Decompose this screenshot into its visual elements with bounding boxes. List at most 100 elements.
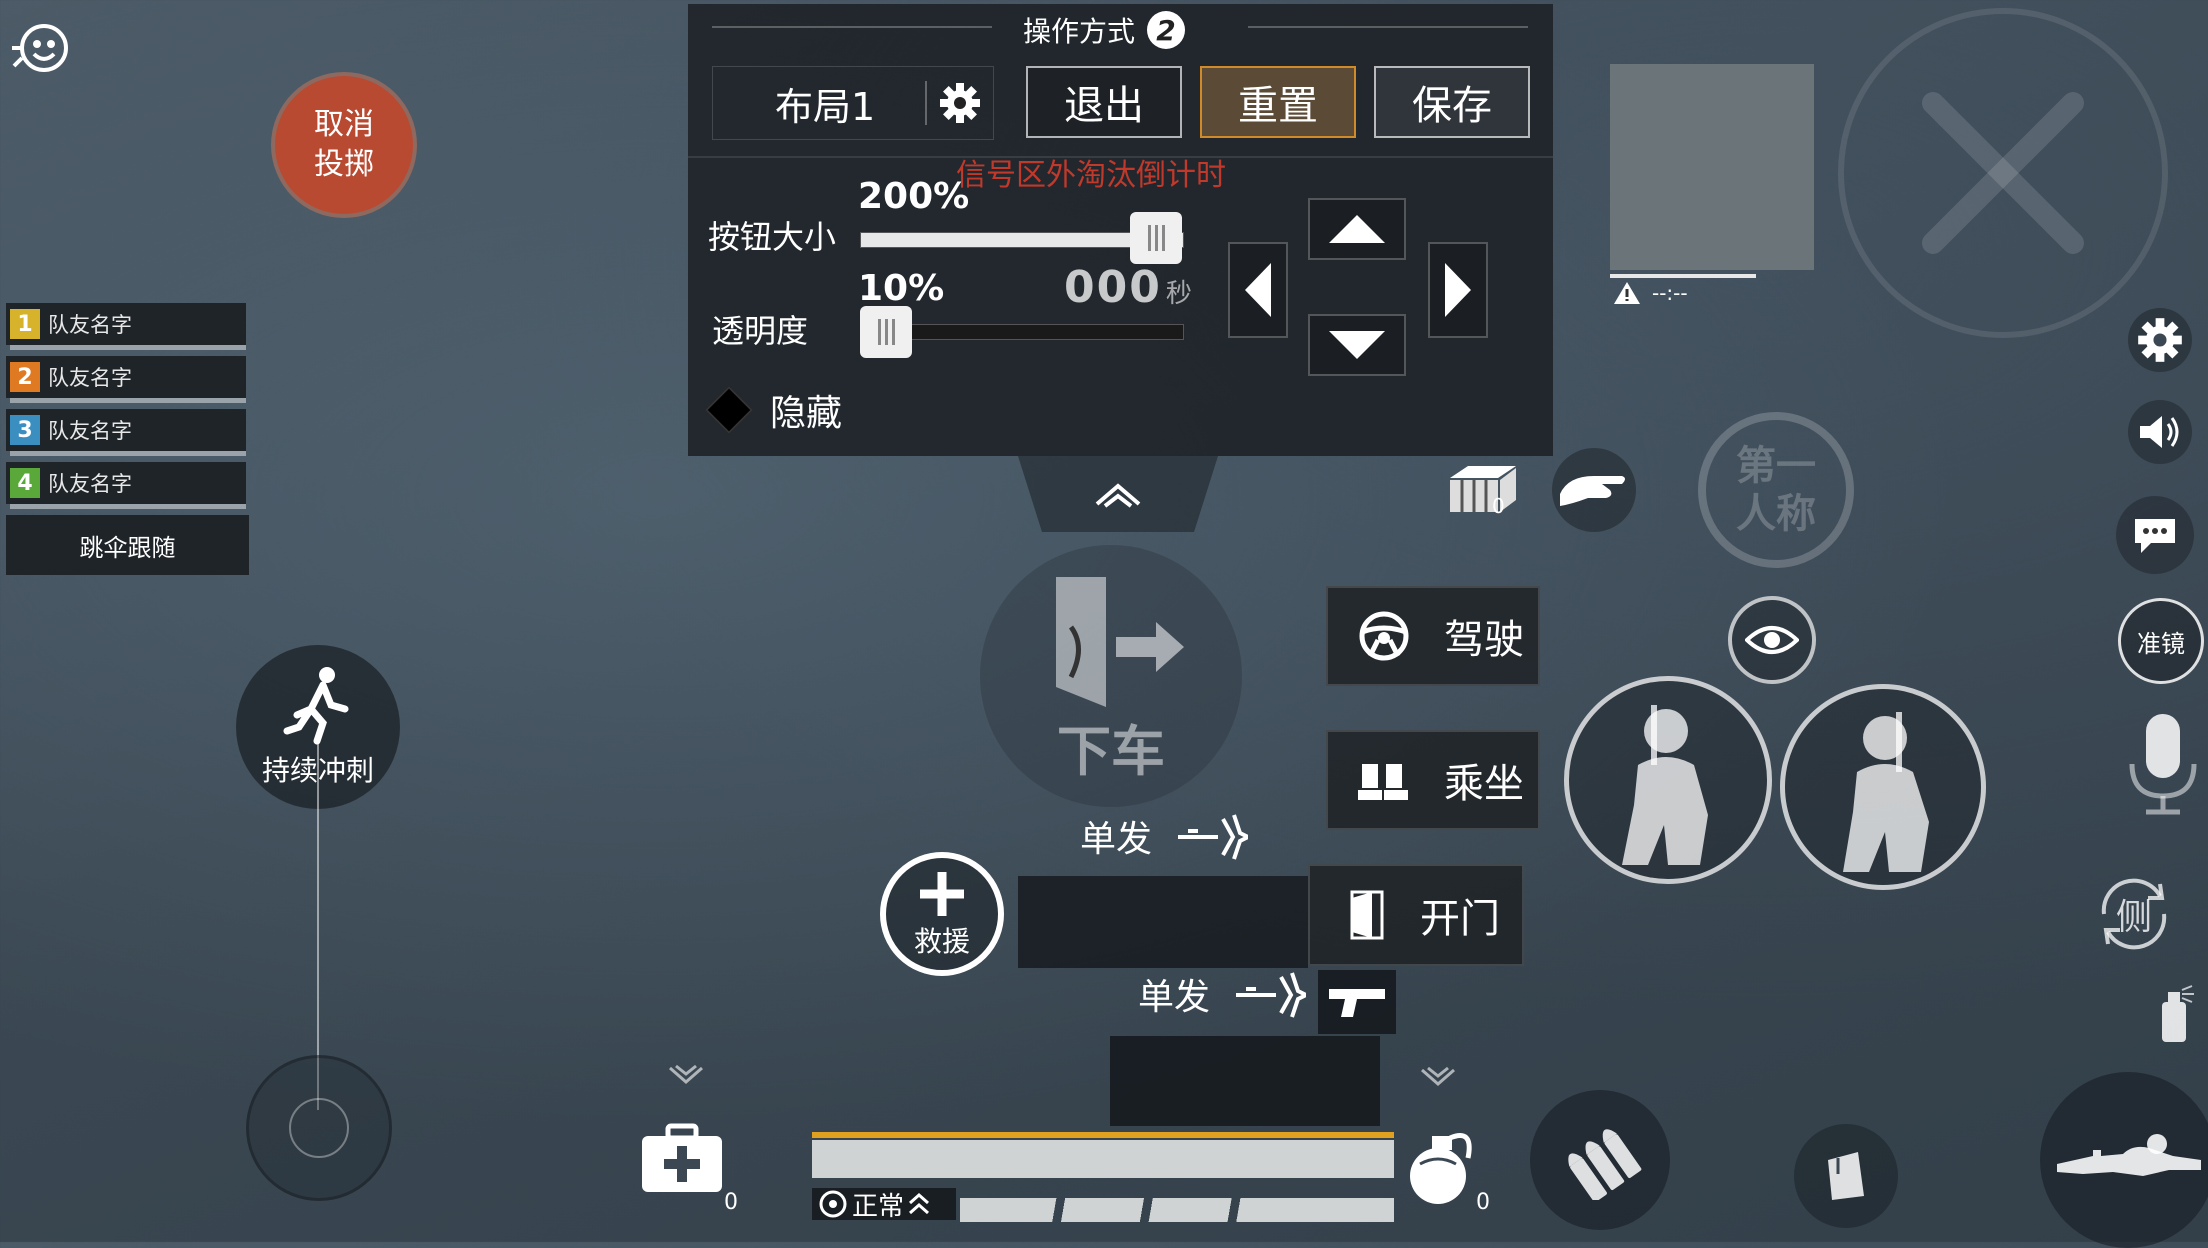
medkit-count: 0 — [724, 1190, 738, 1215]
weapon-slot-2[interactable] — [1110, 1036, 1380, 1126]
gear-icon[interactable] — [938, 81, 982, 125]
size-percent: 200% — [858, 176, 970, 217]
minimap[interactable] — [1610, 64, 1814, 270]
opacity-percent: 10% — [858, 268, 945, 309]
chat-bubble-icon — [2135, 519, 2175, 553]
eye-icon — [1745, 626, 1799, 654]
first-person-label-1: 第一 — [1736, 443, 1816, 489]
interact-hand-button[interactable] — [1552, 448, 1636, 532]
team-member-name: 队友名字 — [48, 313, 132, 337]
hide-label: 隐藏 — [770, 393, 843, 434]
chevron-down-icon[interactable] — [666, 1064, 706, 1088]
door-exit-icon — [1056, 576, 1184, 707]
medkit-icon — [642, 1123, 722, 1192]
status-text: 正常 — [852, 1191, 905, 1222]
team-number-badge: 2 — [10, 362, 40, 392]
free-look-button[interactable] — [1728, 596, 1816, 684]
countdown-timer: 000 秒 — [1064, 262, 1192, 313]
move-up-button[interactable] — [1308, 198, 1406, 260]
ride-button[interactable]: 乘坐 — [1326, 730, 1540, 830]
size-label: 按钮大小 — [708, 218, 837, 256]
layout-name: 布局1 — [775, 84, 876, 129]
soldier-icon — [1622, 705, 1708, 865]
open-door-label: 开门 — [1420, 896, 1500, 942]
panel-title-text: 操作方式 — [1023, 15, 1136, 48]
open-door-button[interactable]: 开门 — [1308, 864, 1524, 966]
move-left-button[interactable] — [1228, 242, 1288, 338]
medkit-button[interactable]: 0 — [640, 1122, 740, 1215]
backpack-button[interactable] — [1794, 1124, 1898, 1228]
steering-wheel-icon — [1359, 611, 1409, 661]
exit-button[interactable]: 退出 — [1026, 66, 1182, 138]
move-right-button[interactable] — [1428, 242, 1488, 338]
grenade-icon — [1410, 1133, 1472, 1204]
team-number-badge: 1 — [10, 309, 40, 339]
settings-button[interactable] — [2128, 308, 2192, 372]
fire-button[interactable] — [1838, 8, 2168, 338]
crouch-right-button[interactable] — [1780, 684, 1986, 890]
movement-joystick[interactable] — [246, 1055, 392, 1201]
team-member-3: 3 队友名字 — [6, 409, 246, 451]
gear-icon — [2138, 318, 2182, 362]
layout-settings-panel: 操作方式 2 布局1 退出 重置 保存 信号区外淘汰倒计时 200% 按钮大小 … — [688, 4, 1553, 456]
fire-mode-label: 单发 — [1080, 819, 1153, 860]
opacity-slider-thumb[interactable] — [860, 306, 912, 358]
emoji-button[interactable] — [10, 18, 74, 82]
reload-button[interactable] — [1530, 1090, 1670, 1230]
microphone-button[interactable] — [2118, 708, 2208, 818]
cancel-throw-label-2: 投掷 — [314, 147, 374, 182]
rescue-label: 救援 — [913, 925, 970, 958]
chevron-down-icon[interactable] — [1418, 1066, 1458, 1090]
parachute-follow-button[interactable]: 跳伞跟随 — [6, 515, 249, 575]
rescue-button[interactable]: 救援 — [880, 852, 1004, 976]
team-member-1: 1 队友名字 — [6, 303, 246, 345]
hide-toggle[interactable]: 隐藏 — [704, 384, 843, 436]
size-slider-thumb[interactable] — [1130, 212, 1182, 264]
spray-button[interactable] — [2150, 984, 2200, 1044]
hand-icon — [1560, 476, 1625, 506]
chat-button[interactable] — [2116, 496, 2194, 574]
panel-title-line-left — [712, 26, 992, 28]
status-indicator: 正常 — [812, 1188, 956, 1222]
speaker-icon — [2140, 416, 2179, 448]
minimap-progress-bar — [1610, 274, 1756, 278]
move-down-button[interactable] — [1308, 314, 1406, 376]
pistol-slot[interactable] — [1318, 970, 1396, 1034]
arrow-left-icon — [1245, 263, 1271, 317]
timer-unit: 秒 — [1165, 279, 1192, 309]
team-number-badge: 3 — [10, 415, 40, 445]
backpack-icon — [1828, 1152, 1864, 1200]
minimap-status: --:-- — [1612, 280, 1688, 306]
collapse-panel-button[interactable] — [1018, 456, 1218, 532]
layout-selector[interactable]: 布局1 — [712, 66, 994, 140]
crate-icon — [1450, 466, 1516, 512]
microphone-icon — [2129, 714, 2197, 815]
prone-button[interactable] — [2040, 1072, 2208, 1248]
scope-button[interactable]: 准镜 — [2118, 598, 2204, 684]
lean-button[interactable]: 侧 — [2090, 870, 2178, 958]
minimap-time: --:-- — [1652, 281, 1688, 305]
fire-mode-toggle-1[interactable]: 单发 — [1080, 810, 1249, 862]
save-button[interactable]: 保存 — [1374, 66, 1530, 138]
crossed-bullets-icon — [1922, 92, 2084, 254]
bullet-spark-icon — [1236, 972, 1307, 1018]
first-person-label-2: 人称 — [1736, 491, 1816, 537]
weapon-slot-1[interactable] — [1018, 876, 1308, 968]
team-health-bar — [10, 504, 246, 509]
pickup-crate-button[interactable]: 0 — [1440, 446, 1526, 532]
speaker-button[interactable] — [2128, 400, 2192, 464]
grenade-button[interactable]: 0 — [1404, 1124, 1494, 1215]
first-person-toggle[interactable]: 第一 人称 — [1698, 412, 1854, 568]
door-icon — [1350, 890, 1384, 940]
health-bar — [812, 1140, 1394, 1178]
joystick-thumb[interactable] — [289, 1098, 349, 1158]
cancel-throw-button[interactable]: 取消 投掷 — [275, 76, 413, 214]
spray-can-icon — [2162, 985, 2194, 1042]
exit-vehicle-button[interactable]: 下车 — [980, 545, 1242, 807]
fire-mode-toggle-2[interactable]: 单发 — [1138, 968, 1307, 1020]
crouch-left-button[interactable] — [1564, 676, 1772, 884]
rank-chevron-icon — [909, 1192, 930, 1215]
reset-button[interactable]: 重置 — [1200, 66, 1356, 138]
panel-title: 操作方式 2 — [1023, 10, 1186, 50]
drive-button[interactable]: 驾驶 — [1326, 586, 1540, 686]
